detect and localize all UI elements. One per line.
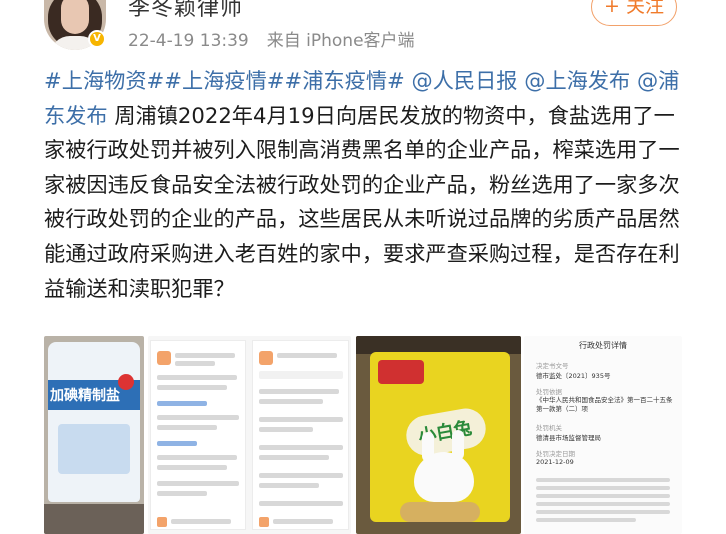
post-meta: 22-4-19 13:39 来自 iPhone客户端 xyxy=(128,26,415,51)
verified-badge-icon: V xyxy=(88,30,106,48)
mention[interactable]: @上海发布 xyxy=(524,68,630,93)
image-penalty-document[interactable]: 行政处罚详情 决定书文号 德市监处〔2021〕935号 处罚依据 《中华人民共和… xyxy=(524,336,682,534)
image-company-screenshots[interactable] xyxy=(148,336,351,534)
screenshot-right xyxy=(252,340,349,530)
doc-title: 行政处罚详情 xyxy=(579,341,627,350)
salt-bag: 加碘精制盐 xyxy=(48,342,140,502)
image-salt-bag[interactable]: 加碘精制盐 xyxy=(44,336,144,534)
username[interactable]: 李冬颖律师 xyxy=(128,0,243,22)
image-noodle-bag[interactable]: 小白兔 xyxy=(356,336,521,534)
hashtag[interactable]: #浦东疫情# xyxy=(285,68,405,93)
post-date: 22-4-19 13:39 xyxy=(128,31,249,51)
follow-button[interactable]: + 关注 xyxy=(591,0,677,26)
post-source: 来自 iPhone客户端 xyxy=(266,31,415,51)
post-text: #上海物资##上海疫情##浦东疫情# @人民日报 @上海发布 @浦东发布 周浦镇… xyxy=(44,64,684,306)
hashtag[interactable]: #上海疫情# xyxy=(164,68,284,93)
hashtag[interactable]: #上海物资# xyxy=(44,68,164,93)
noodle-bag: 小白兔 xyxy=(370,352,510,522)
mention[interactable]: @人民日报 xyxy=(412,68,518,93)
screenshot-left xyxy=(150,340,246,530)
post-body: 周浦镇2022年4月19日向居民发放的物资中，食盐选用了一家被行政处罚并被列入限… xyxy=(44,102,680,301)
salt-bag-label: 加碘精制盐 xyxy=(50,388,120,404)
